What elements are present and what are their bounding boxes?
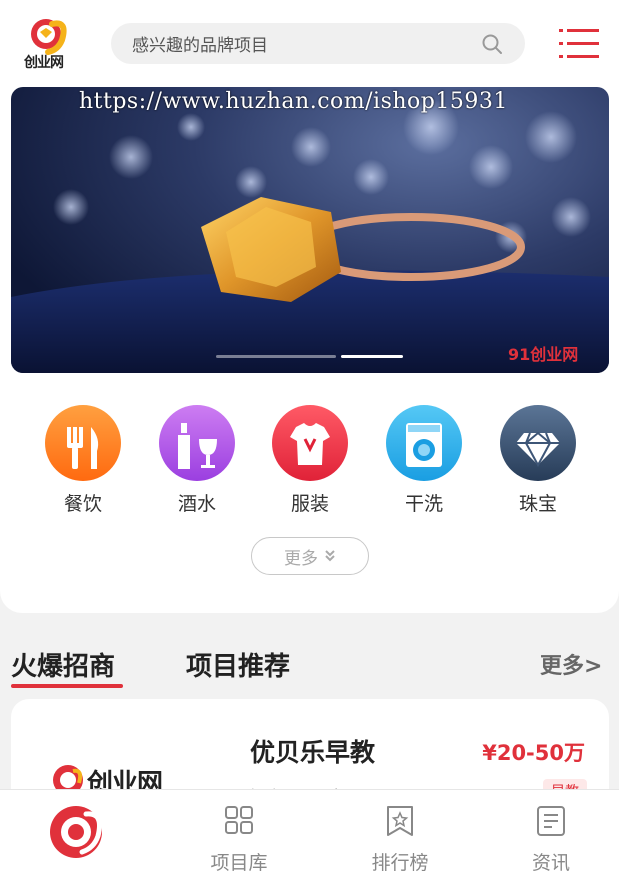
banner-url-text: https://www.huzhan.com/ishop15931 [79, 89, 508, 114]
category-label: 服装 [290, 493, 329, 515]
tab-recommended[interactable]: 项目推荐 [186, 646, 290, 683]
site-logo[interactable]: 创业网 [22, 14, 80, 72]
nav-label: 排行榜 [371, 852, 429, 874]
diamond-icon [500, 405, 576, 481]
carousel-dot[interactable] [216, 355, 336, 358]
more-label: 更多 [284, 548, 318, 569]
category-label: 珠宝 [518, 493, 557, 515]
category-jewelry[interactable]: 珠宝 [493, 405, 583, 525]
chevron-down-icon [325, 550, 335, 562]
carousel-dot-active[interactable] [341, 355, 403, 358]
category-laundry[interactable]: 干洗 [379, 405, 469, 525]
nav-label: 资讯 [531, 852, 570, 874]
banner-image [11, 99, 609, 373]
dining-icon [45, 405, 121, 481]
category-label: 酒水 [177, 493, 216, 515]
section-tabs: 火爆招商 项目推荐 [0, 640, 619, 690]
category-wine[interactable]: 酒水 [152, 405, 242, 525]
category-row: 餐饮 酒水 服装 干洗 珠宝 [0, 405, 619, 525]
carousel-indicator[interactable] [216, 355, 406, 359]
active-tab-indicator [11, 684, 123, 688]
menu-icon[interactable] [559, 28, 599, 60]
top-section: https://www.huzhan.com/ishop15931 91创业网 … [0, 87, 619, 613]
search-icon[interactable] [481, 33, 503, 55]
nav-home[interactable] [48, 802, 108, 862]
banner-carousel[interactable]: https://www.huzhan.com/ishop15931 91创业网 [11, 87, 609, 373]
category-clothing[interactable]: 服装 [265, 405, 355, 525]
header: 创业网 感兴趣的品牌项目 [0, 0, 619, 87]
clothing-icon [272, 405, 348, 481]
watermark-text: 91创业网 [508, 345, 579, 364]
category-label: 餐饮 [63, 493, 102, 515]
logo-text: 创业网 [24, 55, 64, 71]
project-price: ¥20-50万 [482, 741, 585, 765]
nav-project-library[interactable]: 项目库 [189, 800, 289, 874]
banner-watermark: 91创业网 [508, 341, 608, 367]
category-label: 干洗 [404, 493, 443, 515]
laundry-icon [386, 405, 462, 481]
grid-icon [225, 806, 253, 834]
tab-hot-investment[interactable]: 火爆招商 [11, 646, 115, 683]
nav-news[interactable]: 资讯 [501, 800, 601, 874]
home-logo-icon [50, 806, 102, 858]
search-placeholder: 感兴趣的品牌项目 [132, 36, 268, 56]
project-name: 优贝乐早教 [250, 738, 376, 767]
category-dining[interactable]: 餐饮 [38, 405, 128, 525]
bottom-nav: 项目库 排行榜 资讯 [0, 789, 619, 876]
news-icon [537, 806, 565, 836]
nav-ranking[interactable]: 排行榜 [350, 800, 450, 874]
more-categories-button[interactable]: 更多 [251, 537, 369, 575]
nav-label: 项目库 [210, 852, 268, 874]
ranking-icon [387, 806, 413, 836]
search-bar[interactable]: 感兴趣的品牌项目 [111, 23, 525, 64]
wine-icon [159, 405, 235, 481]
tabs-more-link[interactable]: 更多> [540, 648, 602, 680]
